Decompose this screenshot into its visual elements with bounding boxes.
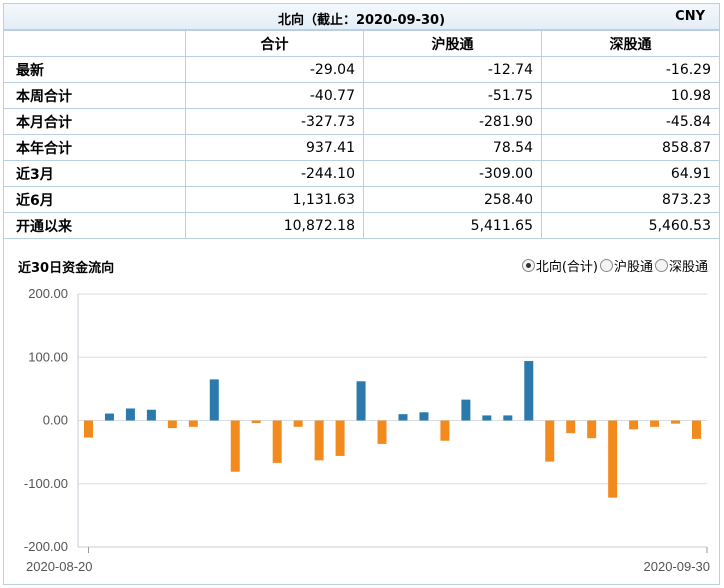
- chart-labels: 200.00 100.00 0.00 -100.00 -200.00 2020-08-20…: [24, 286, 710, 574]
- y-tick-label: 200.00: [28, 286, 68, 301]
- flow-bar[interactable]: [671, 420, 681, 424]
- flow-bar[interactable]: [524, 361, 534, 421]
- flow-bar[interactable]: [545, 420, 555, 462]
- flow-bar[interactable]: [650, 420, 660, 427]
- flow-bar[interactable]: [503, 415, 513, 421]
- flow-bar[interactable]: [587, 420, 597, 439]
- flow-bar[interactable]: [314, 420, 324, 461]
- flow-bar-chart: 200.00 100.00 0.00 -100.00 -200.00 2020-08-20…: [24, 286, 710, 574]
- x-tick-label-end: 2020-09-30: [644, 559, 711, 574]
- flow-bar[interactable]: [146, 409, 156, 421]
- northbound-flow-widget: 北向（截止：2020-09-30) CNY 合计 沪股通 深股通 最新 -29.…: [0, 0, 724, 588]
- flow-bar[interactable]: [335, 420, 345, 456]
- flow-bar[interactable]: [461, 399, 471, 421]
- flow-bar[interactable]: [272, 420, 282, 463]
- y-tick-label: 100.00: [28, 349, 68, 364]
- flow-bar[interactable]: [482, 415, 492, 421]
- flow-bar[interactable]: [419, 412, 429, 421]
- chart-bars: [83, 361, 702, 498]
- flow-bar[interactable]: [692, 420, 702, 439]
- flow-bar[interactable]: [293, 420, 303, 427]
- flow-bar[interactable]: [188, 420, 198, 427]
- flow-bar[interactable]: [167, 420, 177, 429]
- y-tick-label: -200.00: [24, 539, 68, 554]
- flow-bar[interactable]: [83, 420, 93, 438]
- y-tick-label: -100.00: [24, 476, 68, 491]
- x-tick-label-start: 2020-08-20: [26, 559, 93, 574]
- flow-bar[interactable]: [440, 420, 450, 441]
- flow-bar[interactable]: [251, 420, 261, 424]
- flow-bar[interactable]: [209, 379, 219, 421]
- flow-bar[interactable]: [230, 420, 240, 472]
- flow-bar[interactable]: [104, 413, 114, 421]
- flow-bar[interactable]: [398, 414, 408, 421]
- flow-bar[interactable]: [356, 381, 366, 421]
- y-tick-label: 0.00: [43, 413, 68, 428]
- flow-bar[interactable]: [629, 420, 639, 430]
- flow-bar[interactable]: [608, 420, 618, 498]
- flow-bar[interactable]: [377, 420, 387, 444]
- flow-bar[interactable]: [566, 420, 576, 434]
- flow-bar[interactable]: [125, 408, 135, 421]
